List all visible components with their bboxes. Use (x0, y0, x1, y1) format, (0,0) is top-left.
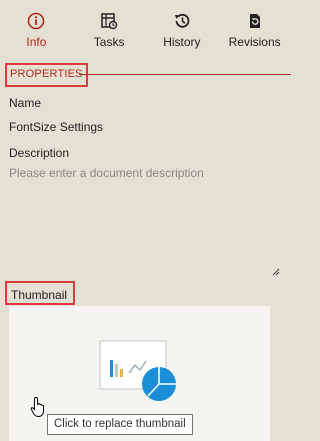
tab-revisions-label: Revisions (228, 35, 281, 49)
properties-header: PROPERTIES (5, 63, 291, 87)
sidebar-tabs: Info Tasks History Revisions (0, 0, 291, 62)
name-value[interactable]: FontSize Settings (9, 120, 103, 134)
resize-grip-icon[interactable] (272, 263, 280, 276)
description-label: Description (9, 146, 70, 160)
tasks-icon (98, 10, 120, 32)
name-label: Name (9, 96, 42, 110)
description-input[interactable] (9, 166, 281, 272)
tab-history-label: History (163, 35, 201, 49)
properties-title: PROPERTIES (5, 63, 88, 87)
tab-info-label: Info (26, 35, 47, 49)
tab-revisions[interactable]: Revisions (218, 0, 291, 62)
tab-tasks-label: Tasks (93, 35, 125, 49)
hand-cursor-icon (30, 396, 48, 423)
tab-history[interactable]: History (146, 0, 219, 62)
chart-thumbnail-icon (99, 340, 179, 407)
thumbnail-tooltip: Click to replace thumbnail (47, 414, 193, 435)
tab-tasks[interactable]: Tasks (73, 0, 146, 62)
history-icon (171, 10, 193, 32)
tab-info[interactable]: Info (0, 0, 73, 62)
info-circle-icon (25, 10, 47, 32)
thumbnail-label: Thumbnail (5, 281, 75, 305)
revisions-icon (244, 10, 266, 32)
properties-divider (79, 74, 291, 75)
